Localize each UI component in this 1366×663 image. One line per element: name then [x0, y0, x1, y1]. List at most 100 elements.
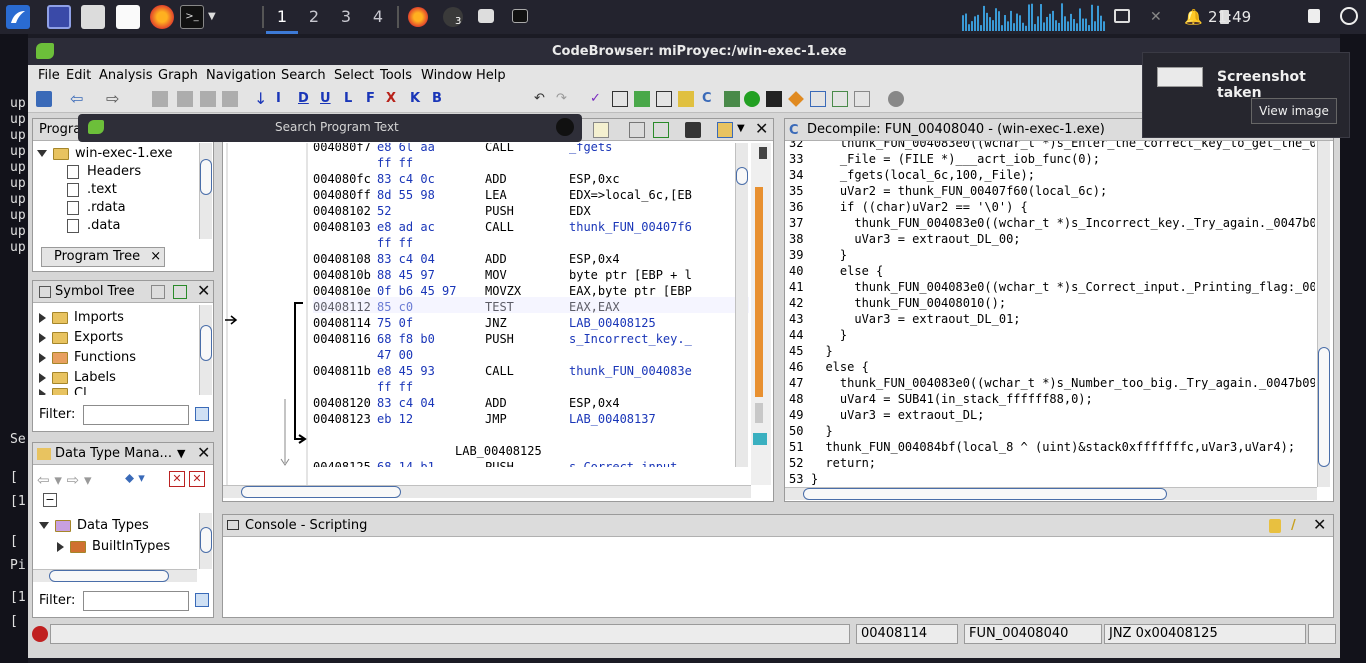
tree-item-builtin[interactable]: BuiltInTypes [57, 538, 170, 556]
decompile-line[interactable]: 38 uVar3 = extraout_DL_00; [789, 231, 1021, 247]
status-icon[interactable] [32, 626, 48, 642]
desktop-icon[interactable] [47, 5, 71, 29]
chevron-down-icon[interactable]: ▼ [737, 123, 745, 134]
expand-icon[interactable] [39, 522, 49, 529]
close-icon[interactable] [556, 118, 574, 136]
nav-icon[interactable] [200, 91, 216, 107]
tool-icon[interactable] [832, 91, 848, 107]
nav-icon[interactable] [177, 91, 193, 107]
tool-icon[interactable] [634, 91, 650, 107]
refresh-icon[interactable] [173, 285, 187, 299]
filter-options-icon[interactable] [195, 407, 209, 421]
decompile-line[interactable]: 50 } [789, 423, 833, 439]
nav-icon[interactable] [152, 91, 168, 107]
label-icon[interactable]: L [344, 91, 360, 107]
bookmark-icon[interactable]: K [410, 91, 426, 107]
horizontal-scrollbar[interactable] [223, 485, 751, 498]
tree-item-functions[interactable]: Functions [39, 349, 136, 367]
tool-icon[interactable] [766, 91, 782, 107]
tool-icon[interactable] [656, 91, 672, 107]
power-icon[interactable] [1340, 7, 1358, 25]
tool-icon[interactable] [788, 91, 804, 107]
vertical-scrollbar[interactable] [1317, 141, 1330, 487]
workspace-4[interactable]: 4 [362, 0, 394, 34]
expand-icon[interactable] [39, 352, 46, 363]
filter-archive-icon[interactable]: ⬥ ▾ [125, 471, 145, 486]
screenshot-notification[interactable]: Screenshot taken View image [1142, 52, 1350, 138]
decompile-line[interactable]: 36 if ((char)uVar2 == '\0') { [789, 199, 1028, 215]
decompile-line[interactable]: 41 thunk_FUN_004083e0((wchar_t *)s_Corre… [789, 279, 1315, 295]
vertical-scrollbar[interactable] [199, 513, 212, 569]
redo-icon[interactable]: ↷ [556, 91, 572, 107]
search-program-text-titlebar[interactable]: Search Program Text [78, 114, 582, 142]
terminal-icon[interactable]: >_ [180, 5, 204, 29]
tree-item-imports[interactable]: Imports [39, 309, 124, 327]
text-editor-icon[interactable] [116, 5, 140, 29]
instruction-icon[interactable]: I [276, 91, 292, 107]
expand-icon[interactable] [39, 388, 46, 395]
decompile-line[interactable]: 45 } [789, 343, 833, 359]
tree-item-data-types[interactable]: Data Types [39, 517, 149, 535]
expand-icon[interactable] [39, 312, 46, 323]
data-icon[interactable]: D [298, 91, 314, 107]
byte-icon[interactable]: B [432, 91, 448, 107]
listing-row[interactable]: 0040811b e8 45 93 CALL thunk_FUN_004083e [313, 363, 749, 379]
tool-icon[interactable] [653, 122, 669, 138]
check-icon[interactable]: ✓ [590, 91, 606, 107]
decompile-line[interactable]: 43 uVar3 = extraout_DL_01; [789, 311, 1021, 327]
tree-item-rdata[interactable]: .rdata [67, 199, 126, 217]
menu-graph[interactable]: Graph [158, 68, 198, 83]
undefined-icon[interactable]: U [320, 91, 336, 107]
listing-row[interactable]: 00408116 68 f8 b0 PUSH s_Incorrect_key._ [313, 331, 749, 347]
expand-icon[interactable] [57, 541, 64, 552]
scroll-thumb[interactable] [200, 325, 212, 361]
decompile-line[interactable]: 32 thunk_FUN_004083e0((wchar_t *)s_Enter… [789, 141, 1315, 151]
files-icon[interactable] [81, 5, 105, 29]
console-output[interactable] [225, 539, 1331, 615]
decompile-line[interactable]: 40 else { [789, 263, 883, 279]
decompile-line[interactable]: 42 thunk_FUN_00408010(); [789, 295, 1006, 311]
menu-tools[interactable]: Tools [380, 68, 412, 83]
tree-item-data[interactable]: .data [67, 217, 120, 235]
decompile-code[interactable]: 32 thunk_FUN_004083e0((wchar_t *)s_Enter… [785, 141, 1315, 487]
horizontal-scrollbar[interactable] [785, 487, 1317, 500]
close-icon[interactable]: ✕ [1313, 515, 1326, 534]
window-task-icon[interactable] [478, 9, 494, 23]
vertical-scrollbar[interactable] [735, 143, 748, 467]
menu-search[interactable]: Search [281, 68, 326, 83]
expand-icon[interactable] [39, 332, 46, 343]
clear-icon[interactable]: X [386, 91, 402, 107]
scroll-thumb[interactable] [803, 488, 1167, 500]
workspace-3[interactable]: 3 [330, 0, 362, 34]
filter-options-icon[interactable] [195, 593, 209, 607]
remove-filter-icon[interactable]: ✕ [169, 471, 185, 487]
horizontal-scrollbar[interactable] [33, 569, 197, 582]
listing-row[interactable]: 00408103 e8 ad ac CALL thunk_FUN_00407f6 [313, 219, 749, 235]
scroll-thumb[interactable] [200, 159, 212, 195]
listing-row[interactable]: ff ff [313, 155, 749, 171]
close-icon[interactable]: ✕ [755, 119, 768, 138]
scroll-thumb[interactable] [241, 486, 401, 498]
decompile-line[interactable]: 53} [789, 471, 818, 487]
decompile-line[interactable]: 35 uVar2 = thunk_FUN_00407f60(local_6c); [789, 183, 1107, 199]
workspace-2[interactable]: 2 [298, 0, 330, 34]
decompile-line[interactable]: 39 } [789, 247, 847, 263]
vertical-scrollbar[interactable] [199, 143, 212, 239]
symbol-filter-input[interactable] [83, 405, 189, 425]
lock-icon[interactable] [1308, 9, 1320, 23]
remove-filter-icon[interactable]: ✕ [189, 471, 205, 487]
data-type-filter-input[interactable] [83, 591, 189, 611]
listing-row[interactable]: 47 00 [313, 347, 749, 363]
firefox-task-icon[interactable] [408, 7, 428, 27]
decompile-line[interactable]: 34 _fgets(local_6c,100,_File); [789, 167, 1035, 183]
bell-icon[interactable]: 🔔 [1184, 8, 1203, 26]
tree-item-exports[interactable]: Exports [39, 329, 123, 347]
collapse-icon[interactable]: − [43, 493, 57, 507]
function-icon[interactable]: F [366, 91, 382, 107]
tree-item-classes[interactable]: Cl [39, 385, 87, 395]
tool-icon[interactable]: C [702, 91, 718, 107]
decompile-line[interactable]: 44 } [789, 327, 847, 343]
scroll-thumb[interactable] [736, 167, 748, 185]
tool-icon[interactable] [724, 91, 740, 107]
view-image-button[interactable]: View image [1251, 98, 1337, 124]
